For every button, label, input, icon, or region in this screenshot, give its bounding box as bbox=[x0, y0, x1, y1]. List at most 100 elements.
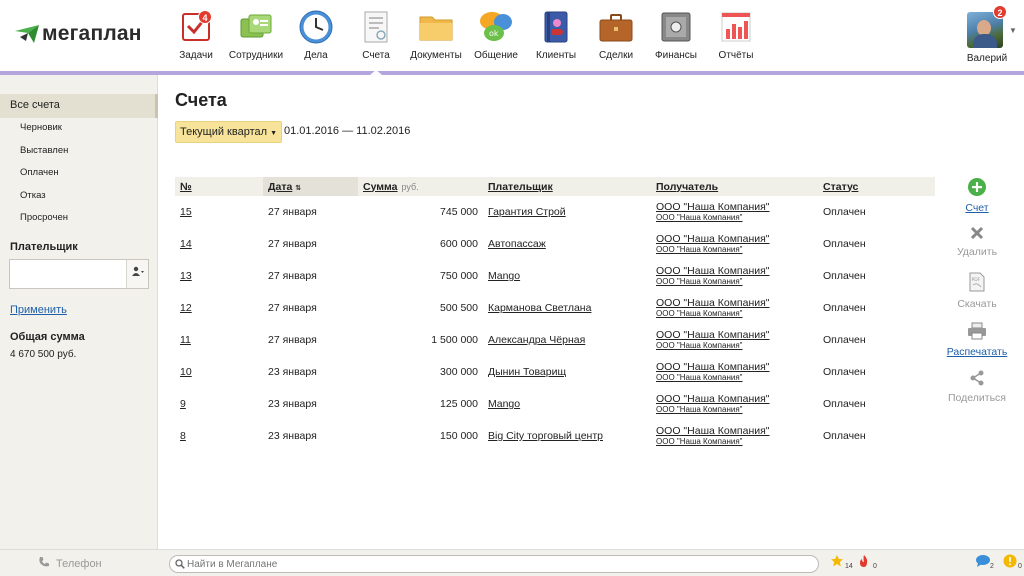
share-button[interactable]: Поделиться bbox=[940, 370, 1014, 404]
user-select-icon[interactable] bbox=[126, 260, 148, 288]
address-book-icon bbox=[538, 9, 574, 45]
invoice-number-link[interactable]: 9 bbox=[180, 398, 186, 410]
module-label: Сотрудники bbox=[228, 50, 284, 61]
invoice-number-link[interactable]: 15 bbox=[180, 206, 192, 218]
col-date[interactable]: Дата ⇅ bbox=[263, 177, 358, 196]
sidebar-item-issued[interactable]: Выставлен bbox=[20, 144, 68, 167]
user-menu[interactable]: 2 ▼ Валерий bbox=[962, 5, 1017, 66]
module-affairs[interactable]: Дела bbox=[286, 0, 346, 71]
invoice-number-cell: 8 bbox=[175, 420, 263, 452]
module-chat[interactable]: ok Общение bbox=[466, 0, 526, 71]
payer-input[interactable] bbox=[10, 260, 127, 288]
paper-plane-icon bbox=[14, 23, 40, 45]
invoice-number-link[interactable]: 14 bbox=[180, 238, 192, 250]
invoice-number-link[interactable]: 10 bbox=[180, 366, 192, 378]
table-row[interactable]: 8 23 января 150 000 Big City торговый центр… bbox=[175, 420, 935, 452]
col-number[interactable]: № bbox=[175, 177, 263, 196]
module-documents[interactable]: Документы bbox=[406, 0, 466, 71]
receiver-link[interactable]: ООО "Наша Компания" bbox=[656, 329, 813, 341]
payer-cell: Александра Чёрная bbox=[483, 324, 651, 356]
fire-icon bbox=[858, 555, 870, 571]
invoice-number-cell: 12 bbox=[175, 292, 263, 324]
star-icon bbox=[830, 555, 844, 571]
table-row[interactable]: 15 27 января 745 000 Гарантия Строй ООО "Наш… bbox=[175, 196, 935, 228]
receiver-sub-link[interactable]: ООО "Наша Компания" bbox=[656, 309, 813, 319]
table-row[interactable]: 13 27 января 750 000 Mango ООО "Наша Компани… bbox=[175, 260, 935, 292]
period-range: 01.01.2016 — 11.02.2016 bbox=[284, 125, 411, 137]
receiver-sub-link[interactable]: ООО "Наша Компания" bbox=[656, 277, 813, 287]
receiver-sub-link[interactable]: ООО "Наша Компания" bbox=[656, 437, 813, 447]
module-reports[interactable]: Отчёты bbox=[706, 0, 766, 71]
invoice-number-link[interactable]: 13 bbox=[180, 270, 192, 282]
messages-counter[interactable]: 2 bbox=[975, 554, 1003, 574]
status-cell: Оплачен bbox=[823, 302, 866, 314]
payer-link[interactable]: Александра Чёрная bbox=[488, 334, 585, 346]
receiver-link[interactable]: ООО "Наша Компания" bbox=[656, 361, 813, 373]
logo[interactable]: мегаплан bbox=[14, 22, 142, 46]
sidebar-item-paid[interactable]: Оплачен bbox=[20, 166, 68, 189]
alerts-counter[interactable]: 0 bbox=[1003, 554, 1024, 574]
invoice-number-link[interactable]: 8 bbox=[180, 430, 186, 442]
receiver-sub-link[interactable]: ООО "Наша Компания" bbox=[656, 341, 813, 351]
receiver-link[interactable]: ООО "Наша Компания" bbox=[656, 233, 813, 245]
col-payer[interactable]: Плательщик bbox=[483, 177, 651, 196]
payer-link[interactable]: Дынин Товарищ bbox=[488, 366, 566, 378]
payer-cell: Mango bbox=[483, 260, 651, 292]
payer-link[interactable]: Big City торговый центр bbox=[488, 430, 603, 442]
table-row[interactable]: 10 23 января 300 000 Дынин Товарищ ООО "Наша… bbox=[175, 356, 935, 388]
table-row[interactable]: 12 27 января 500 500 Карманова Светлана ООО … bbox=[175, 292, 935, 324]
module-label: Клиенты bbox=[535, 50, 577, 61]
payer-cell: Mango bbox=[483, 388, 651, 420]
module-clients[interactable]: Клиенты bbox=[526, 0, 586, 71]
col-status[interactable]: Статус bbox=[818, 177, 935, 196]
receiver-sub-link[interactable]: ООО "Наша Компания" bbox=[656, 213, 813, 223]
payer-link[interactable]: Mango bbox=[488, 398, 520, 410]
favorites-counter[interactable]: 14 bbox=[830, 554, 858, 574]
receiver-cell: ООО "Наша Компания" ООО "Наша Компания" bbox=[651, 356, 818, 388]
phone-button[interactable]: Телефон bbox=[38, 556, 102, 571]
sidebar-item-rejected[interactable]: Отказ bbox=[20, 189, 68, 212]
col-sum[interactable]: Сумма руб. bbox=[358, 177, 483, 196]
apply-link[interactable]: Применить bbox=[10, 304, 67, 316]
hot-counter[interactable]: 0 bbox=[858, 554, 886, 574]
module-staff[interactable]: Сотрудники bbox=[226, 0, 286, 71]
receiver-sub-link[interactable]: ООО "Наша Компания" bbox=[656, 245, 813, 255]
sum-cell: 600 000 bbox=[440, 238, 478, 250]
receiver-sub-link[interactable]: ООО "Наша Компания" bbox=[656, 405, 813, 415]
payer-link[interactable]: Гарантия Строй bbox=[488, 206, 566, 218]
download-button[interactable]: PDF Скачать bbox=[940, 272, 1014, 310]
search-input[interactable] bbox=[187, 557, 807, 571]
sidebar-item-overdue[interactable]: Просрочен bbox=[20, 211, 68, 234]
receiver-link[interactable]: ООО "Наша Компания" bbox=[656, 265, 813, 277]
module-tasks[interactable]: 4 Задачи bbox=[166, 0, 226, 71]
sidebar-item-all[interactable]: Все счета bbox=[0, 94, 158, 118]
print-button[interactable]: Распечатать bbox=[940, 322, 1014, 358]
table-row[interactable]: 14 27 января 600 000 Автопассаж ООО "Наша Ко… bbox=[175, 228, 935, 260]
delete-button[interactable]: Удалить bbox=[940, 226, 1014, 258]
module-finance[interactable]: Финансы bbox=[646, 0, 706, 71]
payer-link[interactable]: Карманова Светлана bbox=[488, 302, 591, 314]
table-row[interactable]: 11 27 января 1 500 000 Александра Чёрная ООО… bbox=[175, 324, 935, 356]
sidebar-item-label: Все счета bbox=[10, 99, 60, 111]
module-invoices[interactable]: Счета bbox=[346, 0, 406, 75]
receiver-link[interactable]: ООО "Наша Компания" bbox=[656, 425, 813, 437]
receiver-sub-link[interactable]: ООО "Наша Компания" bbox=[656, 373, 813, 383]
module-deals[interactable]: Сделки bbox=[586, 0, 646, 71]
receiver-link[interactable]: ООО "Наша Компания" bbox=[656, 297, 813, 309]
new-invoice-button[interactable]: Счет bbox=[940, 178, 1014, 214]
invoice-number-link[interactable]: 12 bbox=[180, 302, 192, 314]
receiver-cell: ООО "Наша Компания" ООО "Наша Компания" bbox=[651, 420, 818, 452]
status-cell: Оплачен bbox=[823, 430, 866, 442]
module-label: Сделки bbox=[598, 50, 634, 61]
payer-filter-title: Плательщик bbox=[10, 241, 78, 253]
period-dropdown[interactable]: Текущий квартал ▼ bbox=[175, 121, 283, 143]
table-row[interactable]: 9 23 января 125 000 Mango ООО "Наша Компания… bbox=[175, 388, 935, 420]
receiver-cell: ООО "Наша Компания" ООО "Наша Компания" bbox=[651, 324, 818, 356]
receiver-link[interactable]: ООО "Наша Компания" bbox=[656, 393, 813, 405]
receiver-link[interactable]: ООО "Наша Компания" bbox=[656, 201, 813, 213]
payer-link[interactable]: Автопассаж bbox=[488, 238, 546, 250]
sidebar-item-draft[interactable]: Черновик bbox=[20, 121, 68, 144]
invoice-number-link[interactable]: 11 bbox=[180, 334, 191, 346]
payer-link[interactable]: Mango bbox=[488, 270, 520, 282]
col-receiver[interactable]: Получатель bbox=[651, 177, 818, 196]
